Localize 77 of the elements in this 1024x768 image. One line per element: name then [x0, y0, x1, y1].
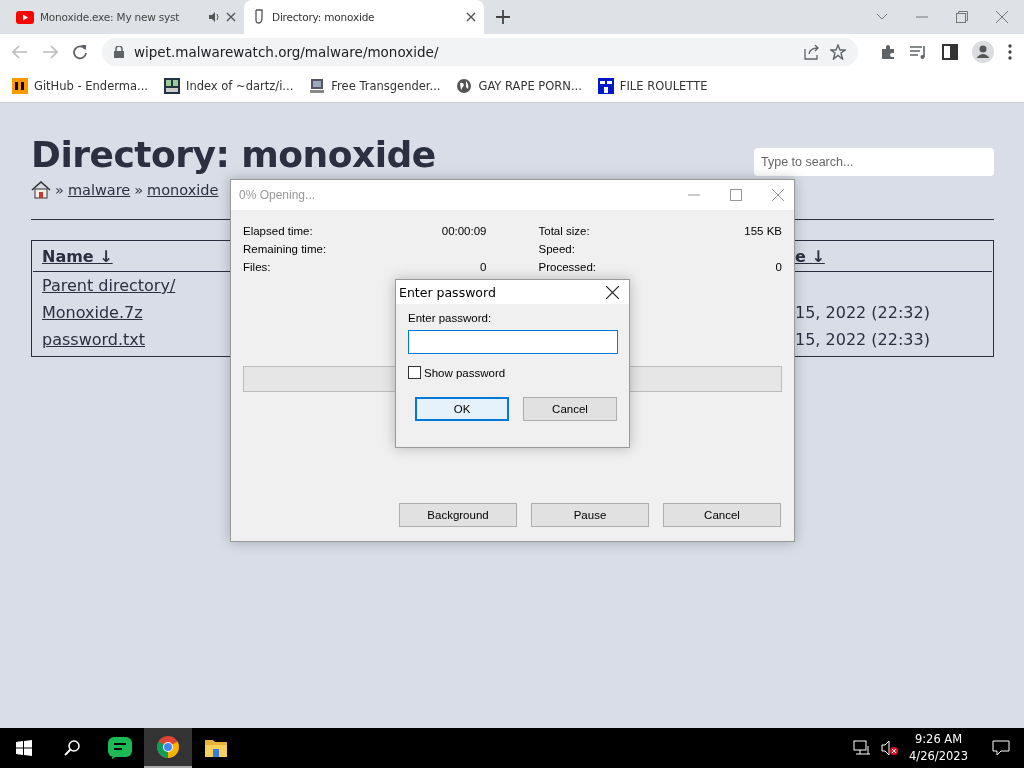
browser-tab[interactable]: Directory: monoxide: [244, 0, 484, 34]
speaker-icon[interactable]: [208, 11, 220, 23]
dialog-title: Enter password: [399, 284, 497, 300]
menu-icon[interactable]: [1008, 44, 1012, 60]
checkbox-label: Show password: [424, 366, 506, 379]
search-field[interactable]: Type to search...: [754, 148, 994, 176]
clock-date: 4/26/2023: [909, 748, 968, 765]
home-icon[interactable]: [31, 181, 51, 199]
breadcrumb-link[interactable]: malware: [67, 182, 131, 198]
bookmark[interactable]: Free Transgender...: [309, 78, 441, 94]
globe-icon: [456, 78, 473, 94]
lock-icon: [114, 46, 124, 58]
side-panel-icon[interactable]: [942, 44, 958, 60]
address-bar[interactable]: wipet.malwarewatch.org/malware/monoxide/: [102, 38, 858, 66]
clock-time: 9:26 AM: [914, 731, 963, 748]
bookmark[interactable]: Index of ~dartz/i...: [164, 78, 294, 94]
dropdown-icon[interactable]: [876, 13, 888, 21]
avatar-icon[interactable]: [972, 41, 994, 63]
computer-icon: [309, 78, 326, 94]
dialog-button[interactable]: Background: [399, 503, 517, 527]
muted-speaker-icon[interactable]: [881, 740, 900, 756]
dialog-button[interactable]: Cancel: [523, 397, 617, 421]
file-link[interactable]: Parent directory/: [42, 276, 176, 295]
stat-label: Total size:: [538, 225, 590, 237]
mft-logo-icon: [597, 78, 614, 94]
network-icon[interactable]: [853, 740, 872, 756]
stat-value: 0: [480, 261, 487, 273]
stat-value: 0: [775, 261, 782, 273]
bookmark[interactable]: GAY RAPE PORN...: [456, 78, 582, 94]
share-icon[interactable]: [804, 44, 820, 60]
reload-icon[interactable]: [72, 44, 88, 60]
new-tab-icon[interactable]: [496, 10, 510, 24]
search-icon: [64, 740, 80, 756]
table-cell: 15, 2022 (22:32): [795, 303, 930, 322]
breadcrumb-separator: »: [134, 182, 144, 198]
page-title: Directory: monoxide: [31, 133, 436, 177]
puzzle-icon[interactable]: [880, 44, 896, 60]
stat-value: 155 KB: [744, 225, 782, 237]
notifications-icon[interactable]: [992, 740, 1010, 756]
folder-icon[interactable]: [204, 738, 228, 758]
windows-logo-icon: [16, 740, 32, 756]
url-text: wipet.malwarewatch.org/malware/monoxide/: [134, 44, 440, 60]
close-icon[interactable]: [466, 12, 476, 22]
chrome-icon[interactable]: [156, 735, 180, 759]
stat-value: 00:00:09: [441, 225, 487, 237]
column-header[interactable]: Name ↓: [42, 246, 113, 266]
media-queue-icon[interactable]: [910, 45, 928, 59]
stat-label: Speed:: [538, 243, 575, 255]
stat-label: Files:: [243, 261, 271, 273]
password-field[interactable]: [408, 330, 618, 354]
bookmark[interactable]: FILE ROULETTE: [597, 78, 708, 94]
window-title: 0% Opening...: [239, 188, 317, 202]
checkbox[interactable]: [408, 366, 421, 379]
dialog-button[interactable]: OK: [415, 397, 509, 421]
dialog-button[interactable]: Cancel: [663, 503, 781, 527]
bookmark[interactable]: GitHub - Enderma...: [12, 78, 148, 94]
stat-label: Remaining time:: [243, 243, 327, 255]
browser-tab[interactable]: Monoxide.exe: My new syst: [8, 0, 244, 34]
star-icon[interactable]: [830, 44, 846, 60]
file-link[interactable]: password.txt: [42, 330, 146, 349]
maximize-icon[interactable]: [730, 189, 742, 201]
clock[interactable]: 9:26 AM 4/26/2023: [899, 731, 982, 765]
close-icon[interactable]: [606, 285, 619, 299]
column-header[interactable]: e ↓: [795, 246, 825, 266]
file-link[interactable]: Monoxide.7z: [42, 303, 143, 322]
field-label: Enter password:: [408, 312, 493, 324]
stat-label: Elapsed time:: [243, 225, 313, 237]
breadcrumb-link[interactable]: monoxide: [147, 182, 219, 198]
stat-label: Processed:: [538, 261, 597, 273]
grid-icon: [164, 78, 180, 94]
breadcrumb-separator: »: [55, 182, 64, 198]
table-cell: 15, 2022 (22:33): [795, 330, 930, 349]
ph-logo-icon: [12, 78, 28, 94]
notes-app-icon[interactable]: [108, 737, 132, 759]
video-play-icon: [16, 10, 34, 24]
restore-icon[interactable]: [956, 11, 968, 23]
dialog-button[interactable]: Pause: [531, 503, 649, 527]
